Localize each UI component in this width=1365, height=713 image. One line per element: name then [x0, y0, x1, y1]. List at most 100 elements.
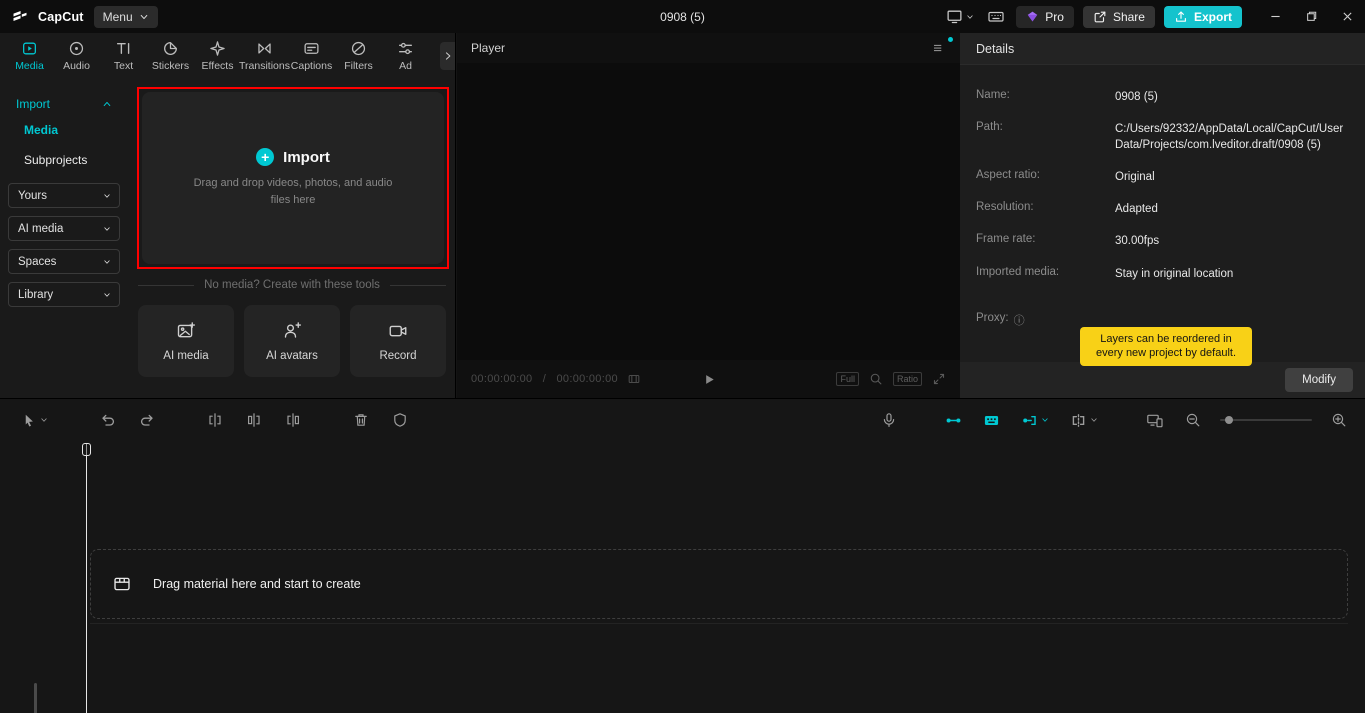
import-dropzone[interactable]: + Import Drag and drop videos, photos, a…	[142, 92, 444, 264]
duration-settings-icon	[627, 372, 641, 386]
ai-media-tool-button[interactable]: AI media	[138, 305, 234, 377]
magnifier-icon	[869, 372, 883, 386]
zoom-in-button[interactable]	[1329, 410, 1349, 430]
player-viewport[interactable]	[457, 63, 960, 360]
record-tool-button[interactable]: Record	[350, 305, 446, 377]
expand-player-button[interactable]	[932, 372, 946, 386]
tools-divider: No media? Create with these tools	[138, 279, 446, 291]
chevron-right-icon	[443, 51, 453, 61]
tab-effects[interactable]: Effects	[194, 40, 241, 72]
maximize-icon	[1306, 11, 1317, 22]
tab-text[interactable]: Text	[100, 40, 147, 72]
filters-tab-icon	[350, 40, 367, 57]
ai-avatars-tool-button[interactable]: AI avatars	[244, 305, 340, 377]
auto-preview-toggle[interactable]	[1019, 410, 1051, 431]
detail-value	[1115, 312, 1349, 328]
sidebar-dropdown-yours[interactable]: Yours	[8, 183, 120, 208]
sidebar-item-subprojects[interactable]: Subprojects	[8, 145, 120, 175]
tools-divider-label: No media? Create with these tools	[204, 279, 380, 291]
share-button[interactable]: Share	[1083, 6, 1155, 28]
close-button[interactable]	[1329, 0, 1365, 33]
magnetic-snap-toggle[interactable]	[943, 410, 964, 431]
timeline-drop-area[interactable]: Drag material here and start to create	[90, 549, 1348, 619]
duration-settings-button[interactable]	[625, 370, 643, 388]
adjustment-tab-icon	[397, 40, 414, 57]
device-preview-button[interactable]	[1144, 410, 1166, 431]
sidebar-dropdown-ai-media[interactable]: AI media	[8, 216, 120, 241]
timeline-scrollbar-thumb[interactable]	[34, 683, 37, 713]
minimize-button[interactable]	[1257, 0, 1293, 33]
tool-label: AI media	[163, 350, 208, 362]
detail-row-path: Path: C:/Users/92332/AppData/Local/CapCu…	[976, 113, 1349, 161]
shortcuts-button[interactable]	[985, 6, 1007, 27]
detail-row-imported-media: Imported media: Stay in original locatio…	[976, 258, 1349, 290]
detail-label: Imported media:	[976, 266, 1115, 282]
tab-captions[interactable]: Captions	[288, 40, 335, 72]
detail-row-aspect-ratio: Aspect ratio: Original	[976, 161, 1349, 193]
keyboard-grid-icon	[983, 412, 1000, 429]
plus-icon: +	[256, 148, 274, 166]
menu-button[interactable]: Menu	[94, 6, 158, 28]
sidebar-dropdown-spaces[interactable]: Spaces	[8, 249, 120, 274]
detail-value: C:/Users/92332/AppData/Local/CapCut/User…	[1115, 121, 1349, 153]
tab-label: Captions	[291, 60, 332, 72]
timeline-tracks[interactable]: Drag material here and start to create	[0, 441, 1365, 713]
ratio-button[interactable]: Ratio	[893, 372, 922, 387]
playhead-line	[86, 444, 87, 713]
detail-value: 30.00fps	[1115, 233, 1349, 249]
modify-button[interactable]: Modify	[1285, 368, 1353, 392]
sticker-tab-icon	[162, 40, 179, 57]
maximize-button[interactable]	[1293, 0, 1329, 33]
dropdown-label: AI media	[18, 223, 63, 235]
chevron-down-icon	[139, 12, 149, 22]
voiceover-button[interactable]	[879, 410, 899, 430]
linking-toggle[interactable]	[981, 410, 1002, 431]
zoom-in-icon	[1331, 412, 1347, 428]
effects-tab-icon	[209, 40, 226, 57]
tab-filters[interactable]: Filters	[335, 40, 382, 72]
mask-button[interactable]	[390, 410, 410, 430]
split-button[interactable]	[205, 410, 225, 430]
delete-right-button[interactable]	[283, 410, 303, 430]
sidebar-item-media[interactable]: Media	[8, 115, 120, 145]
layers-tooltip: Layers can be reordered in every new pro…	[1080, 327, 1252, 366]
audio-tab-icon	[68, 40, 85, 57]
close-icon	[1342, 11, 1353, 22]
zoom-slider-knob[interactable]	[1225, 416, 1233, 424]
delete-left-button[interactable]	[244, 410, 264, 430]
redo-button[interactable]	[137, 410, 157, 430]
tab-media[interactable]: Media	[6, 40, 53, 72]
info-icon[interactable]: ⓘ	[1014, 312, 1025, 328]
notification-dot	[948, 37, 953, 42]
tab-stickers[interactable]: Stickers	[147, 40, 194, 72]
export-button[interactable]: Export	[1164, 6, 1242, 28]
delete-button[interactable]	[351, 410, 371, 430]
player-menu-button[interactable]: ≡	[929, 39, 946, 58]
tab-label: Stickers	[152, 60, 189, 72]
pro-button[interactable]: Pro	[1016, 6, 1074, 28]
chevron-down-icon	[103, 258, 111, 266]
create-tools: AI media AI avatars Record	[138, 305, 446, 377]
timeline-zoom-slider[interactable]	[1220, 419, 1312, 421]
tab-transitions[interactable]: Transitions	[241, 40, 288, 72]
captions-tab-icon	[303, 40, 320, 57]
undo-button[interactable]	[98, 410, 118, 430]
cursor-icon	[22, 413, 37, 428]
details-footer: Modify	[960, 362, 1365, 398]
tab-adjustment[interactable]: Ad	[382, 40, 429, 72]
select-tool-button[interactable]	[20, 411, 50, 430]
tab-audio[interactable]: Audio	[53, 40, 100, 72]
sidebar-import-header[interactable]: Import	[8, 91, 120, 115]
preview-zoom-button[interactable]	[869, 372, 883, 386]
clip-options-button[interactable]	[1068, 410, 1100, 431]
playhead-handle[interactable]	[82, 443, 91, 456]
full-screen-toggle[interactable]: Full	[836, 372, 859, 387]
tab-label: Transitions	[239, 60, 290, 72]
display-mode-button[interactable]	[944, 6, 976, 27]
detail-label: Proxy:	[976, 312, 1009, 324]
drag-hint-text: Drag material here and start to create	[153, 577, 361, 591]
more-tabs-button[interactable]	[440, 42, 455, 70]
play-button[interactable]	[701, 372, 716, 387]
zoom-out-button[interactable]	[1183, 410, 1203, 430]
sidebar-dropdown-library[interactable]: Library	[8, 282, 120, 307]
